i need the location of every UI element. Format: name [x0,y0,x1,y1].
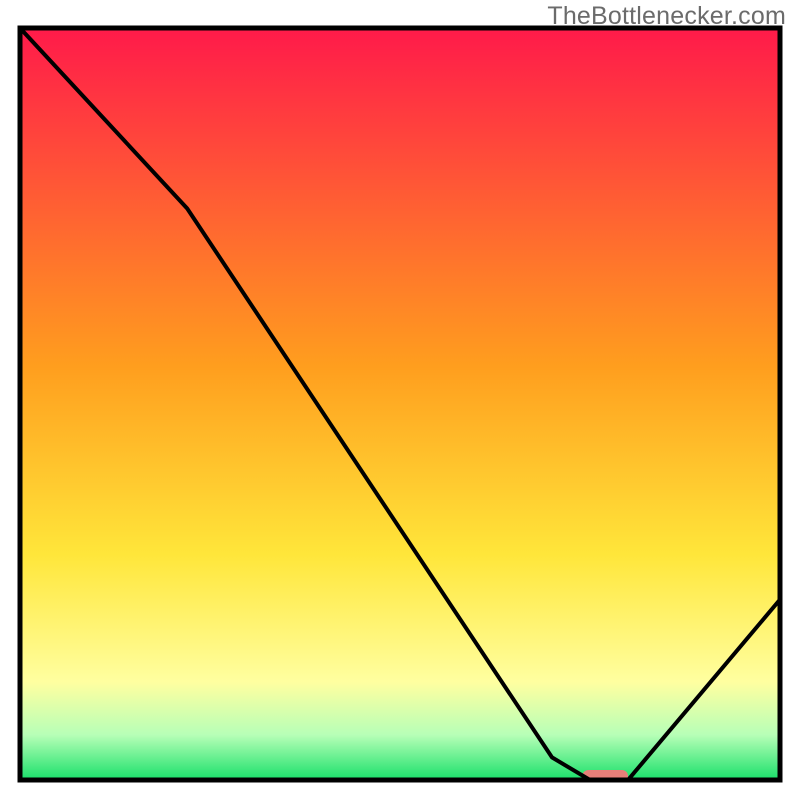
chart-container: { "watermark": "TheBottlenecker.com", "c… [0,0,800,800]
bottleneck-chart [0,0,800,800]
plot-background [20,28,780,780]
watermark-text: TheBottlenecker.com [547,2,786,31]
